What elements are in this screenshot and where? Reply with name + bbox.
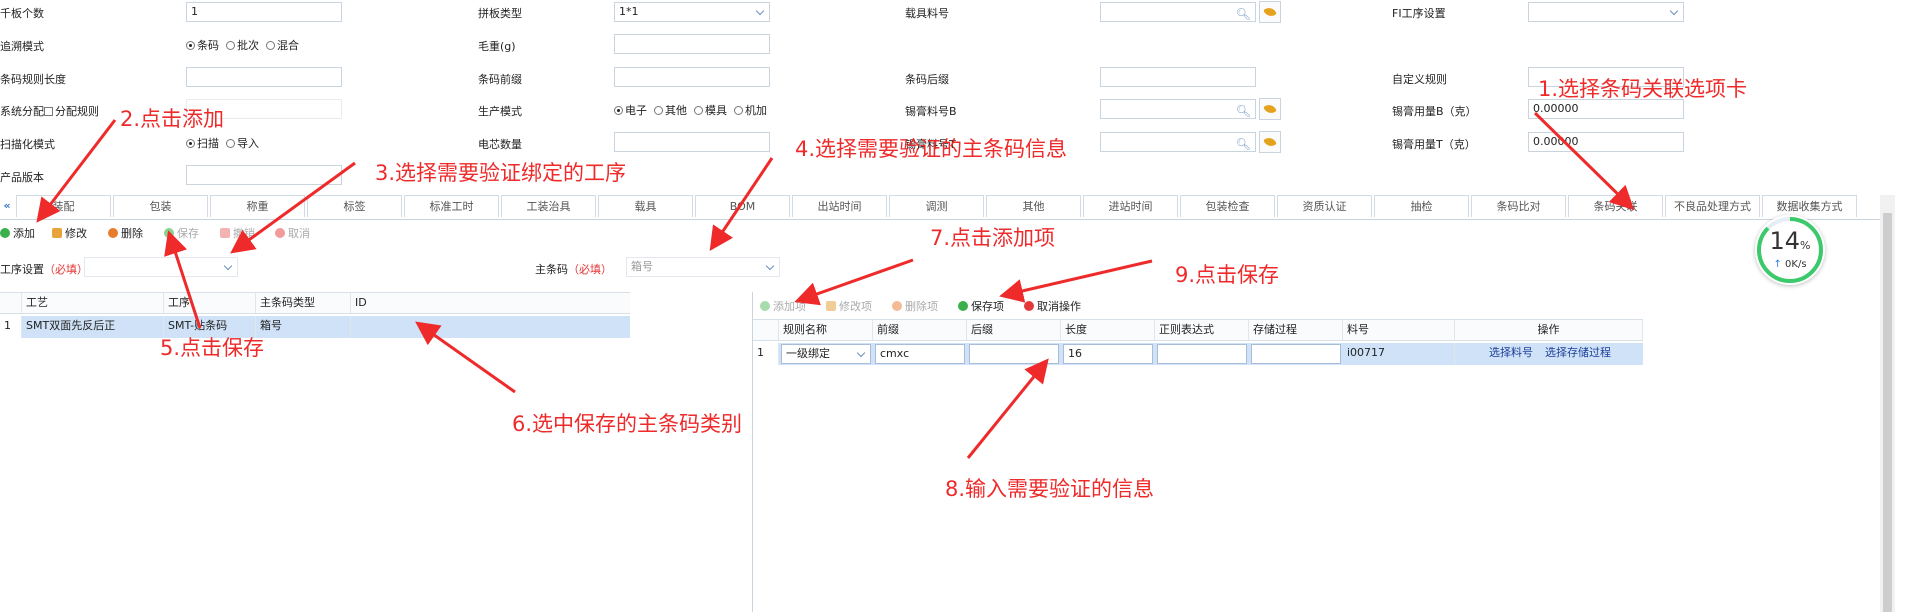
arrow-6 bbox=[415, 321, 516, 394]
annotation-7: 7.点击添加项 bbox=[930, 226, 1056, 250]
arrow-3 bbox=[230, 161, 356, 254]
annotation-9: 9.点击保存 bbox=[1175, 263, 1280, 287]
annotation-2: 2.点击添加 bbox=[120, 107, 225, 131]
annotation-4: 4.选择需要验证的主条码信息 bbox=[795, 137, 1068, 161]
arrow-2 bbox=[36, 119, 117, 223]
arrow-5 bbox=[164, 230, 202, 329]
annotation-1: 1.选择条码关联选项卡 bbox=[1538, 77, 1748, 101]
annotation-8: 8.输入需要验证的信息 bbox=[945, 477, 1155, 501]
arrow-8 bbox=[966, 358, 1049, 459]
annotation-5: 5.点击保存 bbox=[160, 336, 265, 360]
arrow-9 bbox=[999, 259, 1153, 303]
arrow-7 bbox=[794, 258, 914, 306]
annotation-3: 3.选择需要验证绑定的工序 bbox=[375, 161, 627, 185]
arrow-1 bbox=[1533, 111, 1635, 211]
annotation-6: 6.选中保存的主条码类别 bbox=[512, 412, 743, 436]
arrow-4 bbox=[709, 157, 774, 251]
